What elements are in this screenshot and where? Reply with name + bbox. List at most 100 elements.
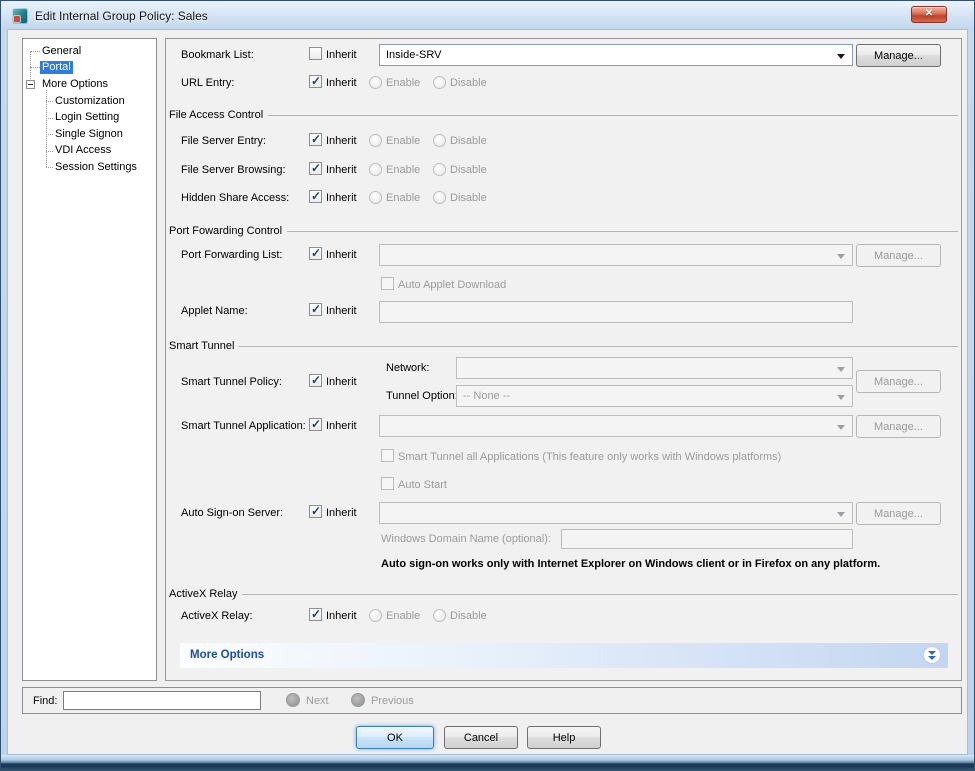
more-options-label: More Options <box>190 649 264 661</box>
auto-applet-download-checkbox[interactable] <box>381 277 394 290</box>
port-forwarding-list-manage-button[interactable]: Manage... <box>856 244 941 267</box>
bookmark-list-inherit-checkbox[interactable] <box>309 47 322 60</box>
smart-tunnel-all-applications-checkbox[interactable] <box>381 449 394 462</box>
tree-item-general[interactable]: General <box>42 45 81 58</box>
activex-relay-disable-radio[interactable] <box>433 609 446 622</box>
file-server-browsing-enable-radio[interactable] <box>369 163 382 176</box>
smart-tunnel-policy-inherit-label: Inherit <box>326 376 357 388</box>
hidden-share-access-disable-radio[interactable] <box>433 191 446 204</box>
file-server-browsing-disable-radio[interactable] <box>433 163 446 176</box>
smart-tunnel-network-label: Network: <box>386 362 429 374</box>
auto-start-label: Auto Start <box>398 479 447 491</box>
nav-tree: General Portal More Options Customizatio… <box>22 38 157 681</box>
windows-domain-name-input[interactable] <box>561 529 853 549</box>
file-server-entry-disable-label: Disable <box>450 135 487 147</box>
cancel-button[interactable]: Cancel <box>444 726 518 749</box>
tree-line <box>46 118 53 119</box>
url-entry-disable-label: Disable <box>450 77 487 89</box>
more-options-bar[interactable]: More Options <box>180 643 948 668</box>
port-forwarding-list-label: Port Forwarding List: <box>181 249 282 261</box>
smart-tunnel-policy-manage-button[interactable]: Manage... <box>856 370 941 393</box>
auto-signon-note: Auto sign-on works only with Internet Ex… <box>381 558 880 570</box>
tree-item-login-setting[interactable]: Login Setting <box>55 111 119 124</box>
smart-tunnel-application-manage-button[interactable]: Manage... <box>856 415 941 438</box>
tree-item-more-options[interactable]: More Options <box>42 78 108 91</box>
activex-relay-inherit-checkbox[interactable] <box>309 608 322 621</box>
tree-item-session-settings[interactable]: Session Settings <box>55 161 137 174</box>
file-server-entry-enable-radio[interactable] <box>369 134 382 147</box>
close-button[interactable]: ✕ <box>911 6 947 23</box>
port-forwarding-list-inherit-checkbox[interactable] <box>309 247 322 260</box>
bookmark-list-manage-button[interactable]: Manage... <box>856 44 941 67</box>
tree-expander-icon[interactable] <box>26 80 35 89</box>
tunnel-option-value: -- None -- <box>463 390 510 402</box>
smart-tunnel-application-inherit-checkbox[interactable] <box>309 418 322 431</box>
auto-signon-server-inherit-checkbox[interactable] <box>309 505 322 518</box>
file-server-browsing-inherit-label: Inherit <box>326 164 357 176</box>
smart-tunnel-policy-label: Smart Tunnel Policy: <box>181 376 282 388</box>
window-frame-bottom <box>1 755 974 770</box>
smart-tunnel-policy-inherit-checkbox[interactable] <box>309 374 322 387</box>
tree-item-customization[interactable]: Customization <box>55 95 125 108</box>
smart-tunnel-network-dropdown[interactable] <box>456 357 853 379</box>
url-entry-inherit-label: Inherit <box>326 77 357 89</box>
tree-item-single-signon[interactable]: Single Signon <box>55 128 123 141</box>
url-entry-enable-label: Enable <box>386 77 420 89</box>
auto-signon-server-dropdown[interactable] <box>379 502 853 524</box>
hidden-share-access-enable-radio[interactable] <box>369 191 382 204</box>
find-next-icon[interactable] <box>286 693 300 707</box>
tree-line <box>30 51 40 52</box>
dialog-window: Edit Internal Group Policy: Sales ✕ Gene… <box>0 0 975 771</box>
hidden-share-access-inherit-label: Inherit <box>326 192 357 204</box>
auto-start-checkbox[interactable] <box>381 477 394 490</box>
auto-signon-server-inherit-label: Inherit <box>326 507 357 519</box>
url-entry-inherit-checkbox[interactable] <box>309 75 322 88</box>
url-entry-enable-radio[interactable] <box>369 76 382 89</box>
dropdown-arrow-icon <box>837 395 845 400</box>
hidden-share-access-enable-label: Enable <box>386 192 420 204</box>
url-entry-label: URL Entry: <box>181 77 234 89</box>
bookmark-list-value: Inside-SRV <box>386 49 441 61</box>
port-forwarding-list-dropdown[interactable] <box>379 244 853 266</box>
tree-line <box>46 167 53 168</box>
file-server-browsing-inherit-checkbox[interactable] <box>309 162 322 175</box>
file-server-entry-enable-label: Enable <box>386 135 420 147</box>
find-previous-label: Previous <box>371 695 414 707</box>
dropdown-arrow-icon <box>837 512 845 517</box>
file-server-entry-inherit-label: Inherit <box>326 135 357 147</box>
window-title: Edit Internal Group Policy: Sales <box>35 9 208 23</box>
find-next-label: Next <box>306 695 329 707</box>
tree-item-vdi-access[interactable]: VDI Access <box>55 144 111 157</box>
help-button[interactable]: Help <box>527 726 601 749</box>
dropdown-arrow-icon <box>837 54 845 59</box>
tunnel-option-label: Tunnel Option: <box>386 390 458 402</box>
dropdown-arrow-icon <box>837 425 845 430</box>
smart-tunnel-application-label: Smart Tunnel Application: <box>181 420 306 432</box>
url-entry-disable-radio[interactable] <box>433 76 446 89</box>
auto-signon-server-manage-button[interactable]: Manage... <box>856 502 941 525</box>
hidden-share-access-label: Hidden Share Access: <box>181 192 289 204</box>
smart-tunnel-all-applications-label: Smart Tunnel all Applications (This feat… <box>398 451 781 463</box>
auto-applet-download-label: Auto Applet Download <box>398 279 506 291</box>
tree-item-portal[interactable]: Portal <box>40 61 73 74</box>
applet-name-input[interactable] <box>379 301 853 323</box>
activex-relay-enable-radio[interactable] <box>369 609 382 622</box>
title-bar[interactable]: Edit Internal Group Policy: Sales ✕ <box>1 1 974 29</box>
smart-tunnel-application-dropdown[interactable] <box>379 415 853 437</box>
expand-double-chevron-icon[interactable] <box>923 646 941 664</box>
applet-name-inherit-checkbox[interactable] <box>309 303 322 316</box>
bookmark-list-dropdown[interactable]: Inside-SRV <box>379 44 853 66</box>
file-server-entry-disable-radio[interactable] <box>433 134 446 147</box>
activex-relay-enable-label: Enable <box>386 610 420 622</box>
tunnel-option-dropdown[interactable]: -- None -- <box>456 385 853 407</box>
portal-form-panel: Bookmark List: Inherit Inside-SRV Manage… <box>165 38 962 681</box>
dropdown-arrow-icon <box>837 367 845 372</box>
file-server-browsing-enable-label: Enable <box>386 164 420 176</box>
hidden-share-access-inherit-checkbox[interactable] <box>309 190 322 203</box>
find-label: Find: <box>33 695 57 707</box>
file-server-entry-label: File Server Entry: <box>181 135 266 147</box>
ok-button[interactable]: OK <box>356 726 434 749</box>
find-previous-icon[interactable] <box>351 693 365 707</box>
find-input[interactable] <box>63 691 261 710</box>
file-server-entry-inherit-checkbox[interactable] <box>309 133 322 146</box>
